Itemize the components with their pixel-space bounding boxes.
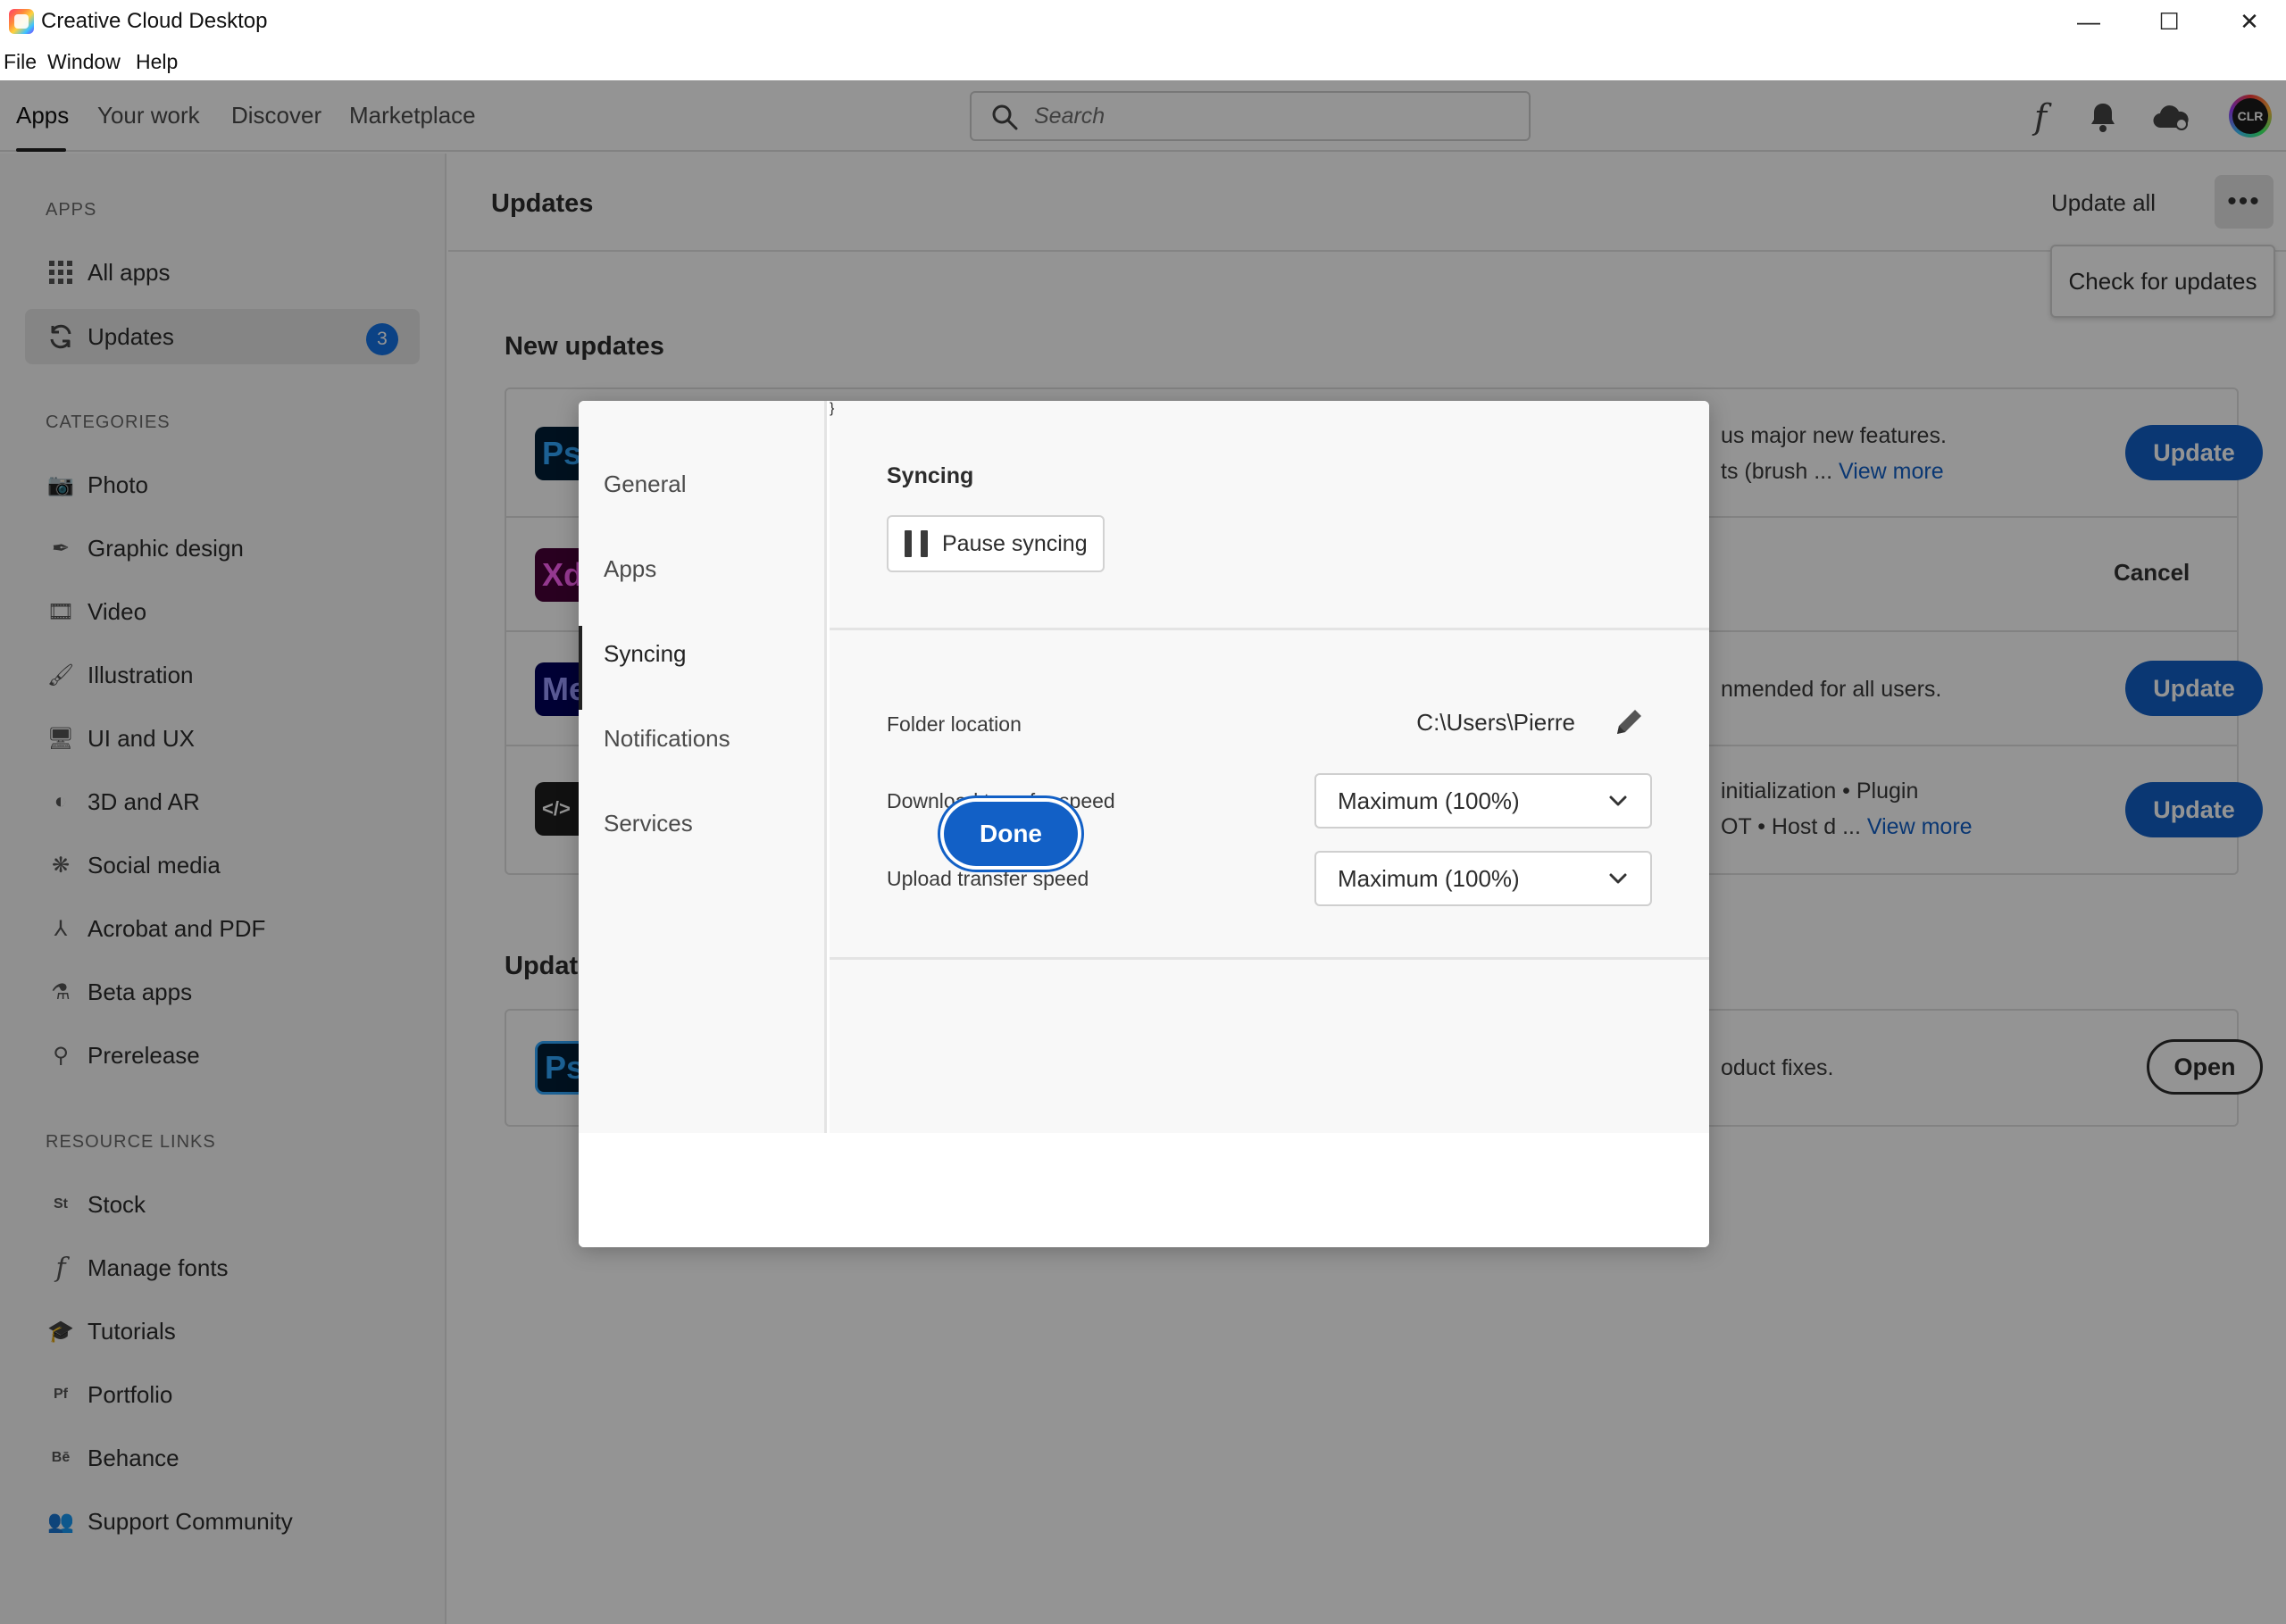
upload-speed-select[interactable]: Maximum (100%) xyxy=(1314,851,1652,906)
pref-tab-general[interactable]: General xyxy=(604,471,687,498)
chevron-down-icon xyxy=(1609,873,1627,884)
title-bar: Creative Cloud Desktop — ☐ ✕ xyxy=(0,0,2286,43)
folder-location-label: Folder location xyxy=(887,712,1022,736)
pause-icon xyxy=(905,530,928,557)
pause-syncing-label: Pause syncing xyxy=(942,530,1088,556)
syncing-settings: Syncing Pause syncing } Folder location … xyxy=(830,401,1709,1133)
active-pref-tab-indicator xyxy=(579,626,582,710)
minimize-button[interactable]: — xyxy=(2048,0,2129,43)
syncing-title: Syncing xyxy=(887,463,974,488)
pref-tab-syncing[interactable]: Syncing xyxy=(604,640,687,668)
creative-cloud-logo-icon xyxy=(9,9,34,34)
window-title: Creative Cloud Desktop xyxy=(41,9,268,33)
menu-window[interactable]: Window xyxy=(47,50,121,74)
preferences-nav: General Apps Syncing Notifications Servi… xyxy=(579,401,827,1133)
upload-speed-value: Maximum (100%) xyxy=(1338,864,1520,892)
pause-syncing-button[interactable]: Pause syncing xyxy=(887,515,1105,572)
pref-tab-services[interactable]: Services xyxy=(604,810,693,837)
chevron-down-icon xyxy=(1609,795,1627,806)
folder-location-value: C:\Users\Pierre xyxy=(1416,709,1575,736)
syncing-section: Syncing Pause syncing } xyxy=(830,401,1709,630)
download-speed-value: Maximum (100%) xyxy=(1338,787,1520,814)
preferences-dialog: General Apps Syncing Notifications Servi… xyxy=(579,401,1709,1247)
transfer-section: Folder location C:\Users\Pierre Download… xyxy=(830,630,1709,960)
pref-tab-apps[interactable]: Apps xyxy=(604,555,656,583)
upload-speed-label: Upload transfer speed xyxy=(887,867,1089,890)
done-button[interactable]: Done xyxy=(944,802,1078,866)
close-window-button[interactable]: ✕ xyxy=(2209,0,2286,43)
dialog-footer xyxy=(579,1133,1709,1247)
pref-tab-notifications[interactable]: Notifications xyxy=(604,725,730,753)
menu-bar: File Window Help xyxy=(0,43,2286,80)
menu-help[interactable]: Help xyxy=(136,50,178,74)
edit-pencil-icon[interactable] xyxy=(1612,705,1646,739)
download-speed-select[interactable]: Maximum (100%) xyxy=(1314,773,1652,829)
menu-file[interactable]: File xyxy=(4,50,37,74)
maximize-button[interactable]: ☐ xyxy=(2129,0,2209,43)
